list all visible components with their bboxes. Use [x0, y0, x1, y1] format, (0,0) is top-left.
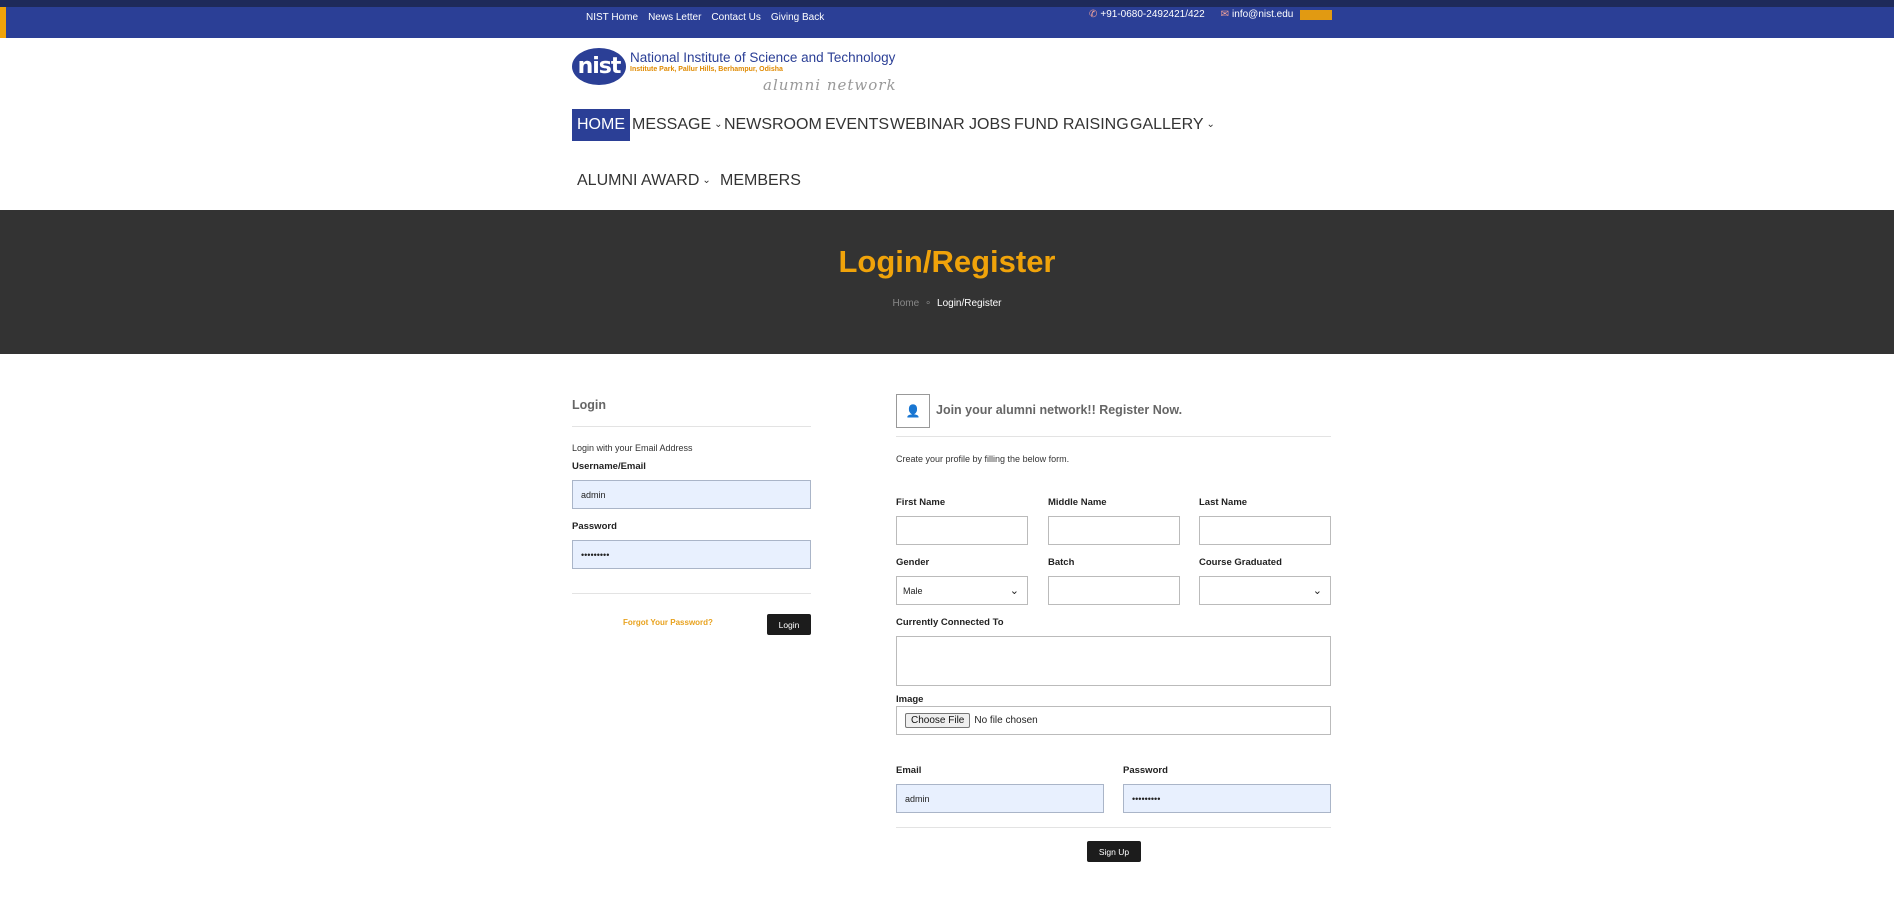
login-panel: Login Login with your Email Address User… [572, 398, 811, 644]
register-divider-bottom [896, 827, 1331, 828]
first-name-input[interactable] [896, 516, 1028, 545]
last-name-label: Last Name [1199, 497, 1248, 508]
chevron-down-icon: ⌄ [1009, 585, 1019, 597]
middle-name-label: Middle Name [1048, 497, 1107, 508]
nav-item-fund-raising[interactable]: FUND RAISING [1009, 109, 1134, 141]
chevron-down-icon: ⌄ [702, 175, 711, 186]
batch-label: Batch [1048, 557, 1075, 568]
breadcrumb-home[interactable]: Home [893, 298, 920, 309]
nav-label: WEBINAR [890, 116, 965, 133]
login-intro: Login with your Email Address [572, 443, 693, 453]
login-title: Login [572, 398, 607, 412]
register-heading: Join your alumni network!! Register Now. [936, 403, 1183, 417]
email-label: Email [896, 765, 922, 776]
nav-label: MEMBERS [720, 172, 801, 189]
page-banner: Login/Register Home ∘ Login/Register [0, 210, 1894, 354]
nav-item-gallery[interactable]: GALLERY ⌄ [1125, 109, 1220, 141]
page-title: Login/Register [838, 244, 1056, 279]
login-divider [572, 426, 811, 427]
nav-item-message[interactable]: MESSAGE ⌄ [627, 109, 728, 141]
nav-label: EVENTS [825, 116, 890, 133]
login-divider-bottom [572, 593, 811, 594]
login-actions: Forgot Your Password? Login [572, 614, 811, 644]
top-link-contact-us[interactable]: Contact Us [711, 12, 760, 23]
gender-value: Male [903, 585, 923, 596]
login-button[interactable]: Login [767, 614, 811, 635]
sign-up-button[interactable]: Sign Up [1087, 841, 1141, 862]
nav-label: FUND RAISING [1014, 116, 1129, 133]
top-links: NIST Home News Letter Contact Us Giving … [586, 12, 824, 23]
top-contact: ✆ +91-0680-2492421/422 ✉ info@nist.edu [1089, 9, 1293, 20]
course-label: Course Graduated [1199, 557, 1282, 568]
forgot-password-link[interactable]: Forgot Your Password? [623, 618, 713, 627]
breadcrumb: Home ∘ Login/Register [0, 298, 1894, 309]
email-value: admin [905, 793, 930, 804]
choose-file-button[interactable]: Choose File [905, 713, 971, 728]
site-logo[interactable]: nist National Institute of Science and T… [572, 48, 902, 96]
logo-subtitle: Institute Park, Pallur Hills, Berhampur,… [630, 66, 783, 73]
reg-password-value: ••••••••• [1132, 793, 1161, 804]
register-intro: Create your profile by filling the below… [896, 454, 1070, 464]
password-input[interactable]: ••••••••• [572, 540, 811, 569]
chevron-down-icon: ⌄ [1206, 119, 1215, 130]
top-link-nist-home[interactable]: NIST Home [586, 12, 638, 23]
connected-label: Currently Connected To [896, 617, 1004, 628]
nav-label: ALUMNI AWARD [577, 172, 700, 189]
username-input[interactable]: admin [572, 480, 811, 509]
nav-item-webinar[interactable]: WEBINAR [885, 109, 970, 141]
file-status: No file chosen [974, 715, 1038, 726]
email-address: info@nist.edu [1232, 9, 1294, 20]
username-value: admin [581, 489, 606, 500]
breadcrumb-current: Login/Register [937, 298, 1002, 309]
nav-label: GALLERY [1130, 116, 1204, 133]
middle-name-input[interactable] [1048, 516, 1180, 545]
reg-password-label: Password [1123, 765, 1168, 776]
logo-title: National Institute of Science and Techno… [630, 50, 896, 65]
nav-label: MESSAGE [632, 116, 712, 133]
first-name-label: First Name [896, 497, 946, 508]
nav-item-events[interactable]: EVENTS [820, 109, 894, 141]
nav-item-home[interactable]: HOME [572, 109, 630, 141]
nav-label: HOME [577, 116, 625, 133]
gender-label: Gender [896, 557, 930, 568]
top-edge-strip [0, 0, 1894, 7]
image-file-input[interactable]: Choose File No file chosen [896, 706, 1331, 735]
breadcrumb-separator-icon: ∘ [924, 298, 932, 309]
chevron-down-icon: ⌄ [1312, 585, 1322, 597]
top-bar [0, 7, 1894, 38]
logo-script: alumni network [763, 76, 897, 94]
password-label: Password [572, 521, 617, 532]
nav-label: JOBS [969, 116, 1011, 133]
username-label: Username/Email [572, 461, 646, 472]
top-link-news-letter[interactable]: News Letter [648, 12, 701, 23]
image-label: Image [896, 694, 924, 705]
nav-label: NEWSROOM [724, 116, 822, 133]
user-add-icon: 👤 [896, 394, 930, 428]
email-contact[interactable]: ✉ info@nist.edu [1221, 9, 1294, 20]
connected-textarea[interactable] [896, 636, 1331, 686]
gender-select[interactable]: Male ⌄ [896, 576, 1028, 605]
course-select[interactable]: ⌄ [1199, 576, 1331, 605]
top-flag-badge[interactable] [1300, 10, 1332, 20]
register-divider [896, 436, 1331, 437]
email-input[interactable]: admin [896, 784, 1104, 813]
phone-icon: ✆ [1089, 9, 1098, 20]
nav-item-members[interactable]: MEMBERS [715, 165, 806, 197]
password-value: ••••••••• [581, 549, 610, 560]
batch-input[interactable] [1048, 576, 1180, 605]
phone-number: +91-0680-2492421/422 [1100, 9, 1205, 20]
accent-marker [0, 7, 6, 38]
nav-item-alumni-award[interactable]: ALUMNI AWARD ⌄ [572, 165, 716, 197]
last-name-input[interactable] [1199, 516, 1331, 545]
reg-password-input[interactable]: ••••••••• [1123, 784, 1331, 813]
logo-emblem: nist [572, 48, 626, 85]
nav-item-newsroom[interactable]: NEWSROOM [719, 109, 827, 141]
top-link-giving-back[interactable]: Giving Back [771, 12, 824, 23]
phone-contact[interactable]: ✆ +91-0680-2492421/422 [1089, 9, 1205, 20]
envelope-icon: ✉ [1220, 9, 1230, 20]
